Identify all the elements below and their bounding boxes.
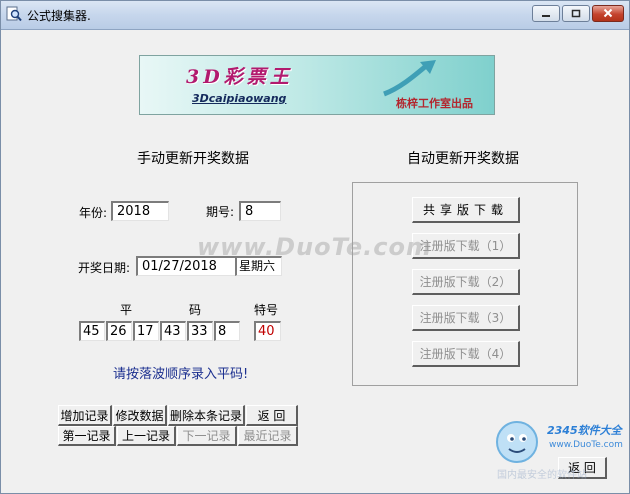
minimize-button[interactable] xyxy=(532,5,560,22)
ping-number-field[interactable]: 17 xyxy=(133,321,159,341)
special-number-field[interactable]: 40 xyxy=(254,321,281,341)
draw-date-label: 开奖日期: xyxy=(78,261,131,275)
delete-record-button[interactable]: 删除本条记录 xyxy=(168,405,245,426)
manual-update-heading: 手动更新开奖数据 xyxy=(137,151,249,167)
ma-label: 码 xyxy=(189,303,202,317)
mascot-watermark-icon xyxy=(491,416,543,471)
registered-download-4-button[interactable]: 注册版下载（4） xyxy=(412,341,520,367)
ping-number-field[interactable]: 33 xyxy=(187,321,213,341)
banner-title: 3D彩票王 xyxy=(186,66,293,88)
ping-number-field[interactable]: 26 xyxy=(106,321,132,341)
next-record-button[interactable]: 下一记录 xyxy=(177,426,237,446)
add-record-button[interactable]: 增加记录 xyxy=(58,405,112,426)
ping-number-field[interactable]: 45 xyxy=(79,321,105,341)
registered-download-3-button[interactable]: 注册版下载（3） xyxy=(412,305,520,331)
ping-number-field[interactable]: 43 xyxy=(160,321,186,341)
brand-banner: 3D彩票王 3Dcaipiaowang 栋梓工作室出品 xyxy=(139,55,495,115)
year-label: 年份: xyxy=(79,206,108,220)
brand-watermark-line1: 2345软件大全 xyxy=(547,424,622,437)
center-watermark: www.DuoTe.com xyxy=(197,233,432,261)
close-icon xyxy=(603,7,613,21)
modify-data-button[interactable]: 修改数据 xyxy=(113,405,167,426)
close-button[interactable] xyxy=(592,5,624,22)
latest-record-button[interactable]: 最近记录 xyxy=(238,426,298,446)
entry-hint: 请按落波顺序录入平码! xyxy=(113,367,249,382)
maximize-icon xyxy=(571,7,581,21)
return-small-button[interactable]: 返 回 xyxy=(246,405,298,426)
brand-watermark-line3: 国内最安全的软件站 xyxy=(497,470,587,481)
client-area: 3D彩票王 3Dcaipiaowang 栋梓工作室出品 手动更新开奖数据 年份:… xyxy=(1,30,629,493)
special-number-label: 特号 xyxy=(254,303,279,317)
auto-update-heading: 自动更新开奖数据 xyxy=(407,151,519,167)
year-field[interactable]: 2018 xyxy=(111,201,169,221)
previous-record-button[interactable]: 上一记录 xyxy=(117,426,176,446)
issue-label: 期号: xyxy=(206,205,235,219)
brand-watermark-line2: www.DuoTe.com xyxy=(549,440,623,450)
title-bar[interactable]: 公式搜集器. xyxy=(1,1,629,30)
registered-download-2-button[interactable]: 注册版下载（2） xyxy=(412,269,520,295)
main-window: 公式搜集器. 3D彩票王 3Dcaipiaowang 栋梓工作室出品 手动更新开… xyxy=(0,0,630,494)
banner-subtitle: 3Dcaipiaowang xyxy=(192,92,287,105)
window-title: 公式搜集器. xyxy=(27,9,91,23)
issue-field[interactable]: 8 xyxy=(239,201,281,221)
magnifier-app-icon xyxy=(6,6,22,22)
banner-maker: 栋梓工作室出品 xyxy=(396,97,473,110)
minimize-icon xyxy=(541,7,551,21)
maximize-button[interactable] xyxy=(562,5,590,22)
first-record-button[interactable]: 第一记录 xyxy=(58,426,116,446)
shared-download-button[interactable]: 共享版下载 xyxy=(412,197,520,223)
ping-label: 平 xyxy=(120,303,133,317)
ping-number-field[interactable]: 8 xyxy=(214,321,240,341)
